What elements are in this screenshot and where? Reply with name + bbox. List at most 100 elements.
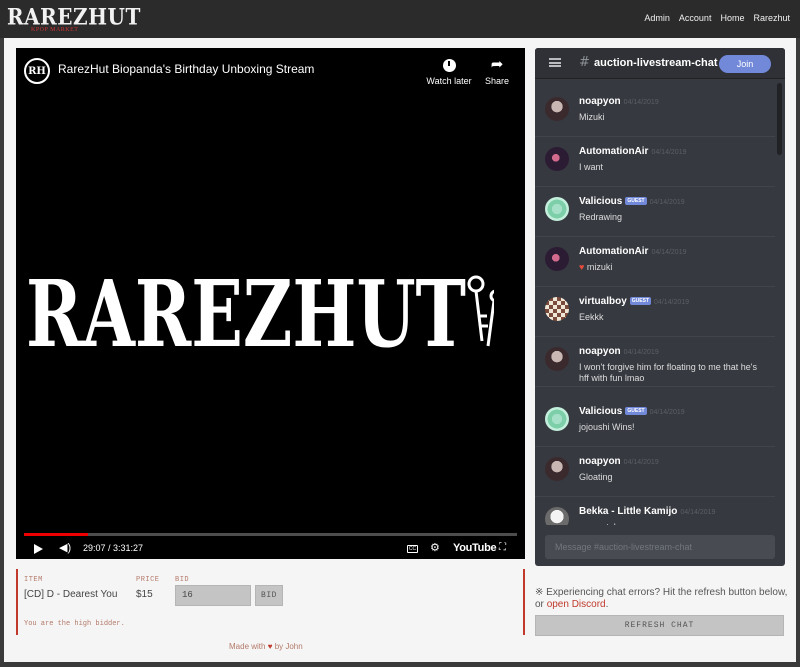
message-date: 04/14/2019 <box>651 149 687 156</box>
message-body: jojoushi Wins! <box>579 422 765 433</box>
nav-links: Admin Account Home Rarezhut <box>644 13 790 23</box>
top-navbar: RAREZHUT KPOP MARKET Admin Account Home … <box>0 0 800 38</box>
chat-scrollbar[interactable] <box>777 83 782 155</box>
chat-message: Bekka - Little Kamijo04/14/2019 congrats! <box>535 498 775 525</box>
bid-amount-input[interactable]: 16 <box>175 585 251 606</box>
watch-later-label: Watch later <box>426 76 472 86</box>
rarezhut-video-logo: RAREZHUT <box>26 260 494 366</box>
channel-hash-icon: # <box>579 55 590 70</box>
made-with-footer[interactable]: Made with ♥ by John <box>229 642 303 651</box>
nav-home[interactable]: Home <box>720 13 744 23</box>
message-date: 04/14/2019 <box>649 409 685 416</box>
message-date: 04/14/2019 <box>654 299 690 306</box>
message-author[interactable]: Valicious <box>579 406 622 417</box>
keys-icon <box>467 275 494 347</box>
nav-rarezhut[interactable]: Rarezhut <box>753 13 790 23</box>
item-price: $15 <box>136 589 153 600</box>
user-avatar[interactable] <box>545 347 569 371</box>
chat-help-note: ※ Experiencing chat errors? Hit the refr… <box>535 587 790 611</box>
video-title[interactable]: RarezHut Biopanda's Birthday Unboxing St… <box>58 62 314 76</box>
join-button[interactable]: Join <box>719 55 771 73</box>
message-author[interactable]: virtualboy <box>579 296 627 307</box>
fullscreen-icon[interactable]: ⛶ <box>499 542 506 553</box>
user-avatar[interactable] <box>545 147 569 171</box>
hamburger-menu-icon[interactable] <box>549 58 561 67</box>
message-body: I want <box>579 162 765 173</box>
message-author[interactable]: noapyon <box>579 456 621 467</box>
nav-admin[interactable]: Admin <box>644 13 670 23</box>
settings-gear-icon[interactable]: ⚙ <box>430 541 440 554</box>
logo-subtitle: KPOP MARKET <box>31 27 79 33</box>
play-icon[interactable] <box>34 544 43 554</box>
chat-message: noapyon 04/14/2019 I won't forgive him for… <box>535 338 775 387</box>
user-avatar[interactable] <box>545 507 569 525</box>
bid-panel: ITEM PRICE BID [CD] D - Dearest You $15 … <box>16 569 525 635</box>
user-avatar[interactable] <box>545 97 569 121</box>
discord-header: # auction-livestream-chat Join <box>535 48 785 79</box>
youtube-player[interactable]: RH RarezHut Biopanda's Birthday Unboxing… <box>16 48 525 559</box>
nav-account[interactable]: Account <box>679 13 712 23</box>
message-body: Mizuki <box>579 112 765 123</box>
message-header: Bekka - Little Kamijo 04/14/2019 <box>579 506 715 517</box>
main-container: RH RarezHut Biopanda's Birthday Unboxing… <box>4 38 796 662</box>
item-name: [CD] D - Dearest You <box>24 589 118 600</box>
big-logo-text: RAREZHUT <box>26 260 466 366</box>
message-body: Redrawing <box>579 212 765 223</box>
message-header: Valicious GUEST 04/14/2019 <box>579 406 685 417</box>
message-text: congrats! <box>579 522 616 525</box>
message-body: congrats! <box>579 522 765 525</box>
price-header: PRICE <box>136 576 160 584</box>
message-text: I want <box>579 162 604 172</box>
guest-badge: GUEST <box>629 297 652 305</box>
guest-badge: GUEST <box>625 197 647 205</box>
message-author[interactable]: Bekka - Little Kamijo <box>579 506 677 517</box>
discord-widget: # auction-livestream-chat Join noapyon 04… <box>535 48 785 566</box>
bid-status: You are the high bidder. <box>24 620 125 628</box>
user-avatar[interactable] <box>545 407 569 431</box>
channel-avatar[interactable]: RH <box>24 58 50 84</box>
user-avatar[interactable] <box>545 457 569 481</box>
message-date: 04/14/2019 <box>623 459 659 466</box>
captions-icon[interactable]: CC <box>407 545 418 553</box>
site-logo[interactable]: RAREZHUT KPOP MARKET <box>7 4 141 33</box>
message-header: AutomationAir 04/14/2019 <box>579 246 687 257</box>
message-date: 04/14/2019 <box>623 349 659 356</box>
message-date: 04/14/2019 <box>651 249 687 256</box>
item-header: ITEM <box>24 576 43 584</box>
made-by: by John <box>274 642 303 651</box>
heart-icon: ♥ <box>267 642 273 651</box>
message-text: mizuki <box>586 262 613 272</box>
refresh-chat-button[interactable]: REFRESH CHAT <box>535 615 784 636</box>
heart-emoji-icon: ♥ <box>579 262 587 272</box>
made-with-label: Made with <box>229 642 266 651</box>
message-author[interactable]: AutomationAir <box>579 146 648 157</box>
chat-message: Valicious GUEST 04/14/2019 jojoushi Wins! <box>535 398 775 447</box>
user-avatar[interactable] <box>545 247 569 271</box>
volume-icon[interactable]: ◀) <box>59 541 71 554</box>
user-avatar[interactable] <box>545 197 569 221</box>
chat-message: noapyon 04/14/2019 Mizuki <box>535 88 775 137</box>
message-body: Gloating <box>579 472 765 483</box>
message-input[interactable]: Message #auction-livestream-chat <box>545 535 775 559</box>
message-header: Valicious GUEST 04/14/2019 <box>579 196 685 207</box>
message-header: virtualboy GUEST 04/14/2019 <box>579 296 689 307</box>
user-avatar[interactable] <box>545 297 569 321</box>
video-progress-bar[interactable] <box>24 533 517 536</box>
share-button[interactable]: ➦ Share <box>482 56 512 86</box>
message-author[interactable]: Valicious <box>579 196 622 207</box>
message-author[interactable]: noapyon <box>579 96 621 107</box>
message-body: I won't forgive him for floating to me t… <box>579 362 765 384</box>
open-discord-link[interactable]: open Discord <box>547 599 606 610</box>
message-author[interactable]: AutomationAir <box>579 246 648 257</box>
message-author[interactable]: noapyon <box>579 346 621 357</box>
youtube-logo[interactable]: YouTube <box>453 542 497 554</box>
message-header: noapyon 04/14/2019 <box>579 96 659 107</box>
guest-badge: GUEST <box>625 407 647 415</box>
chat-message: AutomationAir 04/14/2019 I want <box>535 138 775 187</box>
watch-later-button[interactable]: Watch later <box>424 56 474 86</box>
share-label: Share <box>484 76 510 86</box>
message-header: noapyon 04/14/2019 <box>579 456 659 467</box>
bid-header: BID <box>175 576 190 584</box>
chat-messages[interactable]: noapyon 04/14/2019 Mizuki AutomationAir 04/1… <box>535 88 775 525</box>
bid-button[interactable]: BID <box>255 585 283 606</box>
